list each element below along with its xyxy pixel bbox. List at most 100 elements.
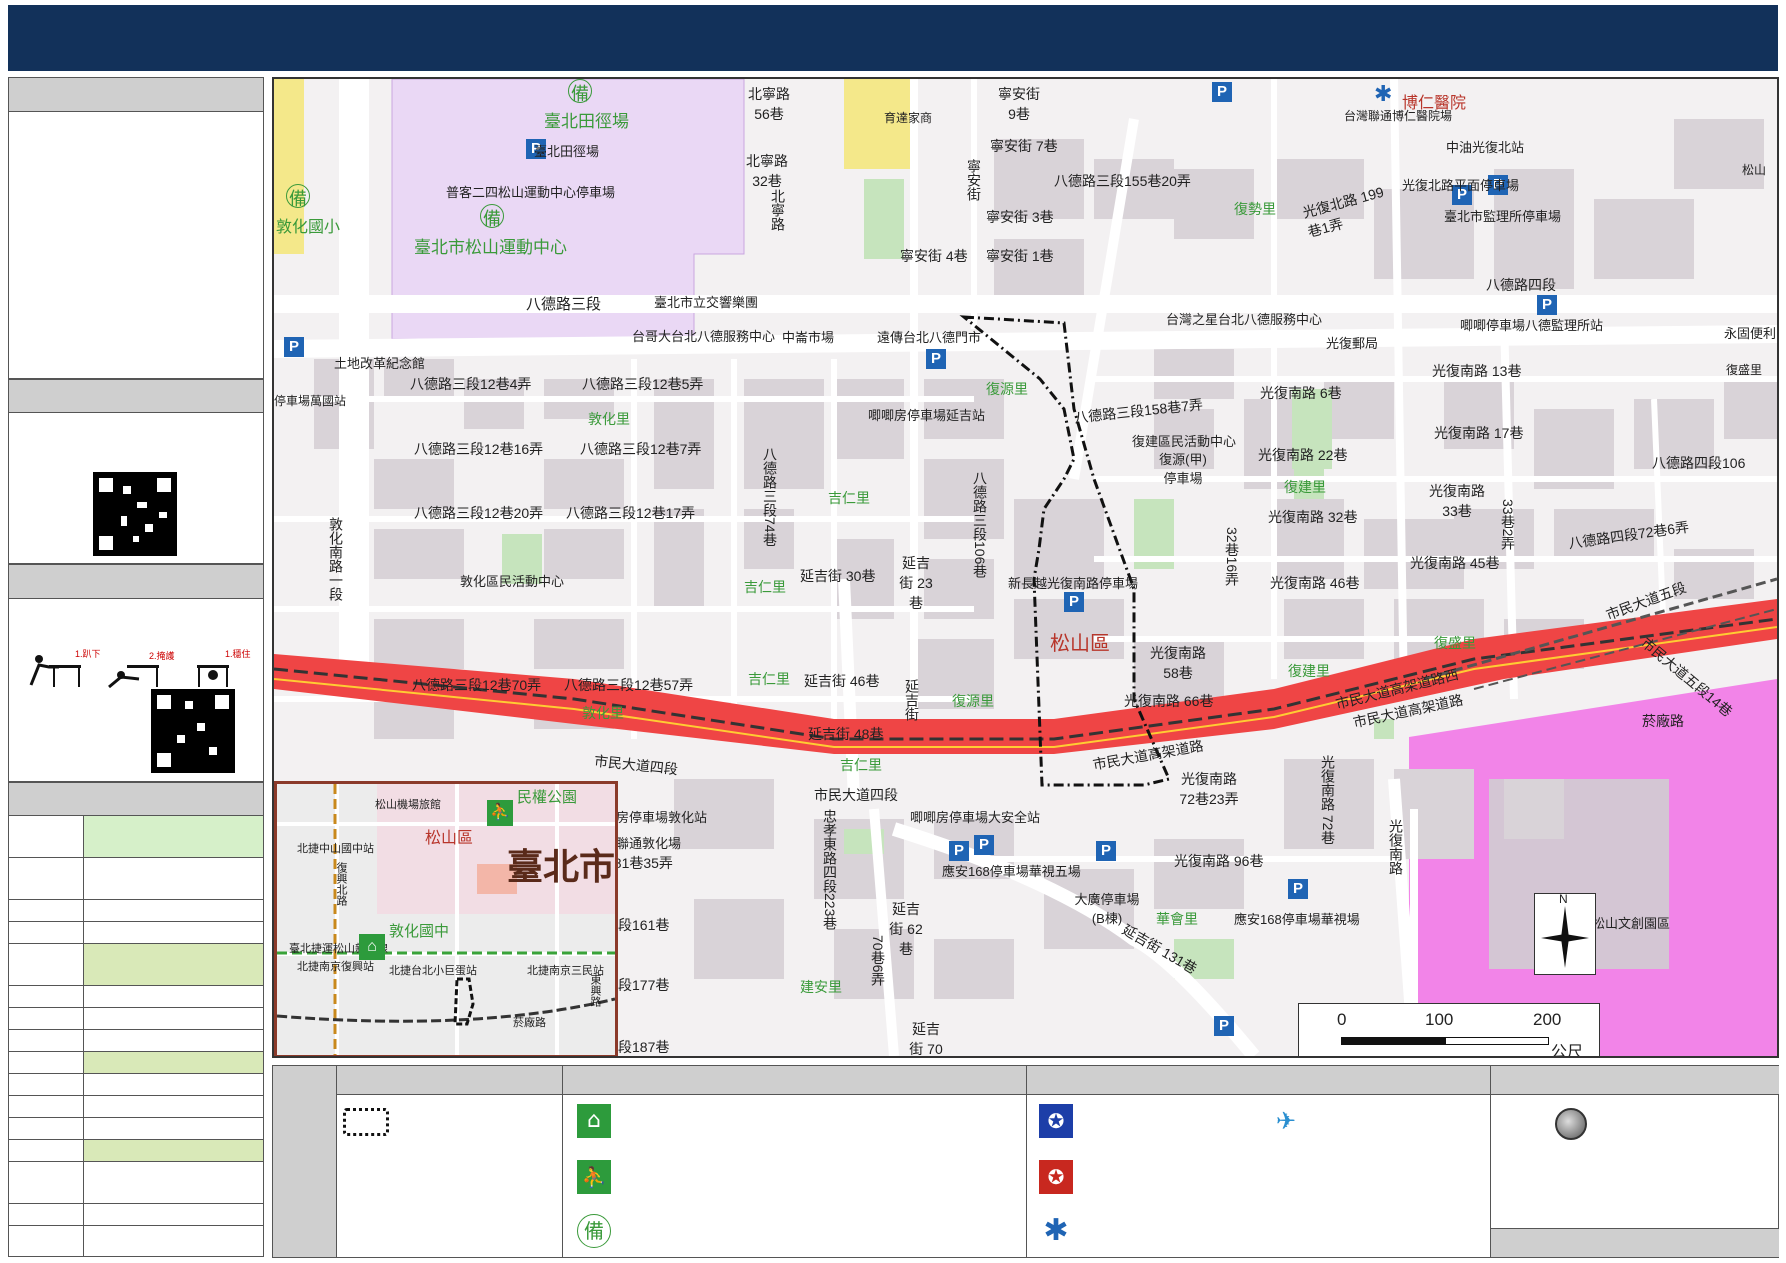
map-label: 光復南路 6巷: [1260, 385, 1342, 401]
scale-label-200: 200: [1533, 1010, 1562, 1029]
table-row: [9, 857, 263, 899]
header-bar: [8, 5, 1778, 71]
qr-panel: [8, 379, 264, 564]
parking-icon: P: [1537, 295, 1557, 315]
map-label: 土地改革紀念館: [334, 356, 426, 371]
inset-label: 民權公園: [517, 789, 578, 806]
drill-qr-code[interactable]: [151, 689, 235, 773]
parking-icon: P: [1214, 1016, 1234, 1036]
map-label: 建安里: [800, 979, 842, 995]
table-row: [9, 1073, 263, 1095]
map-label: 光復南路 33巷: [1429, 483, 1485, 519]
map-label: 松山區: [1050, 633, 1110, 655]
map-label: 應安168停車場華視場: [1234, 912, 1360, 927]
hold-figure-icon: [197, 665, 229, 687]
map-label: 中崙市場: [782, 330, 835, 345]
drop-figure-icon: [29, 655, 81, 687]
map-label: 光復南路 46巷: [1270, 575, 1360, 591]
map-label: 光復南路 45巷: [1410, 555, 1500, 571]
info-table: [8, 782, 264, 1257]
map-label: 台灣之星台北八德服務中心: [1166, 312, 1323, 327]
compass-n: N: [1559, 892, 1568, 906]
map-label: 延吉街 62巷: [889, 901, 923, 957]
map-label: 吉仁里: [744, 579, 786, 595]
map-label: 33巷2弄: [1500, 499, 1516, 551]
info-panel: [8, 77, 264, 379]
shelter-green-icon: ⌂: [359, 934, 385, 960]
map-label: 光復南路: [1388, 819, 1404, 875]
map-label: 育達家商: [884, 111, 933, 125]
drill-step1-label: 1.趴下: [75, 649, 101, 659]
inset-label: 復興北路: [335, 862, 347, 906]
map-label: 光復南路 58巷: [1150, 645, 1206, 681]
parking-icon: P: [284, 337, 304, 357]
inset-map[interactable]: 民權公園 松山機場旅館 松山區 臺北市 北捷中山國中站 復興北路 敦化國中 臺北…: [274, 781, 618, 1056]
map-label: 台灣聯通博仁醫院場: [1344, 109, 1453, 123]
table-row: [9, 1203, 263, 1225]
legend-head-5: [1491, 1066, 1779, 1095]
map-label: 吉仁里: [828, 490, 870, 506]
table-row: [9, 985, 263, 1007]
map-label: 八德路三段12巷7弄: [580, 441, 702, 457]
inset-label: 松山機場旅館: [375, 799, 441, 811]
map-label: 臺北市立交響樂團: [654, 295, 759, 310]
inset-label: 北捷中山國中站: [297, 843, 374, 855]
map-label: 唧唧房停車場延吉站: [868, 408, 986, 423]
map-label: 中油光復北站: [1446, 140, 1525, 155]
parking-icon: P: [949, 841, 969, 861]
inset-label: 北捷南京復興站: [297, 961, 374, 973]
table-row: [9, 899, 263, 921]
shelter-icon: 備: [286, 184, 310, 209]
parking-icon: P: [1212, 82, 1232, 102]
scale-bar-black: [1341, 1037, 1445, 1045]
map-label: 敦化南路一段: [328, 517, 344, 601]
map-label: 松山文創園區: [1592, 916, 1671, 931]
map-label: 大廣停車場 (B棟): [1074, 892, 1140, 926]
map-label: 八德路三段12巷70弄: [412, 677, 542, 693]
table-row: [9, 1029, 263, 1051]
map-label: 八德路四段: [1486, 277, 1556, 293]
map-label: 32巷16弄: [1224, 527, 1240, 587]
map-label: 光復南路 72巷: [1320, 755, 1336, 845]
map-label: 八德路三段12巷5弄: [582, 376, 704, 392]
map-label: 普客二四松山運動中心停車場: [446, 185, 616, 200]
standby-shelter-icon: 備: [577, 1214, 611, 1248]
parking-icon: P: [926, 349, 946, 369]
legend-head-4: [1027, 1066, 1490, 1095]
map-label: 北寧路 32巷: [746, 153, 788, 189]
park-green-icon: ⛹: [487, 800, 513, 826]
table-row: [9, 815, 263, 857]
legend-foot: [1491, 1228, 1779, 1257]
map-label: 復盛里: [1726, 363, 1763, 377]
table-row: [9, 1161, 263, 1203]
map-label: 永固便利: [1724, 326, 1777, 341]
map-label: 八德路三段12巷57弄: [564, 677, 694, 693]
drill-panel: 1.趴下 2.掩護 1.穩住: [8, 564, 264, 782]
boundary-symbol: [343, 1108, 389, 1136]
map-label: 延吉街 48巷: [808, 726, 884, 742]
map-label: 敦化國小: [276, 219, 341, 236]
map-label: 光復南路 66巷: [1124, 693, 1214, 709]
drill-step2-label: 2.掩護: [149, 650, 175, 661]
map-label: 復源里: [952, 693, 994, 709]
map-label: 敦化里: [582, 705, 624, 721]
cover-figure-icon: [108, 665, 159, 689]
legend: ⌂ ⛹ 備 ✪ ✪ ✱ ✈: [272, 1065, 1779, 1258]
parking-icon: P: [1096, 841, 1116, 861]
map-label: 光復北路平面停車場: [1402, 178, 1520, 193]
map-label: 光復南路 72巷23弄: [1179, 771, 1239, 807]
inset-label: 松山區: [425, 830, 474, 847]
table-row: [9, 943, 263, 985]
scale-label-0: 0: [1337, 1010, 1347, 1029]
map-label: 唧唧房停車場大安全站: [910, 810, 1041, 825]
map-label: 延吉街: [904, 679, 920, 721]
map-label: 復建里: [1288, 663, 1330, 679]
inset-label: 敦化國中: [389, 923, 450, 940]
shelter-icon: ⌂: [577, 1104, 611, 1138]
compass-rose-icon: [1541, 906, 1589, 968]
map-label: 華會里: [1156, 911, 1198, 927]
qr-code[interactable]: [93, 472, 177, 556]
table-row: [9, 921, 263, 943]
map-label: 忠孝東路四段223巷: [822, 809, 838, 931]
main-map[interactable]: P P P P P P P P P P P P P ✱ 備 備 備 臺北田徑場 …: [272, 77, 1779, 1058]
